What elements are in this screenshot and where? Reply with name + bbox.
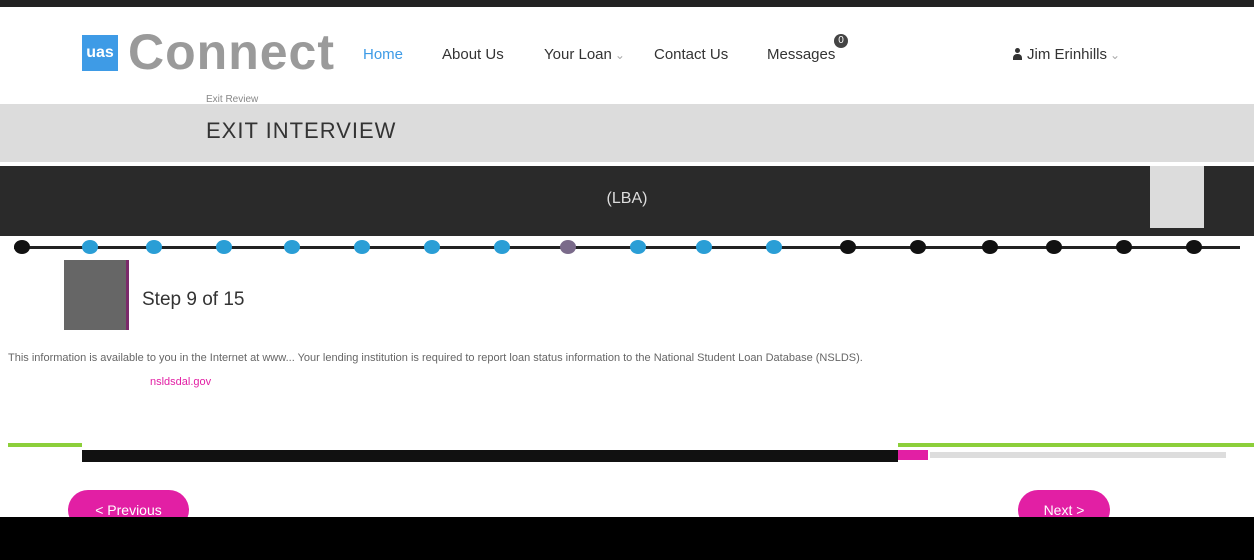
step-dot[interactable] — [354, 240, 370, 254]
step-dot[interactable] — [216, 240, 232, 254]
step-dot-current[interactable] — [560, 240, 576, 254]
step-dot[interactable] — [766, 240, 782, 254]
logo-text[interactable]: Connect — [128, 23, 335, 81]
nav-your-loan[interactable]: Your Loan ⌄ — [544, 46, 625, 63]
step-label: Step 9 of 15 — [142, 289, 245, 310]
user-name: Jim Erinhills — [1027, 46, 1108, 63]
nav-contact-us[interactable]: Contact Us — [654, 46, 728, 63]
step-progress — [0, 236, 1254, 256]
divider-accent-right — [898, 443, 1254, 447]
messages-count-badge: 0 — [834, 34, 848, 48]
title-band — [0, 104, 1254, 162]
top-bar — [0, 0, 1254, 7]
step-dot[interactable] — [146, 240, 162, 254]
section-header-subtitle: (LBA) — [606, 190, 648, 207]
step-dot[interactable] — [840, 240, 856, 254]
step-dot[interactable] — [1116, 240, 1132, 254]
step-dot[interactable] — [1186, 240, 1202, 254]
body-text-line: This information is available to you in … — [8, 352, 863, 364]
step-dot[interactable] — [494, 240, 510, 254]
content-bar-accent — [898, 450, 928, 460]
nav-messages[interactable]: Messages — [767, 46, 835, 63]
step-marker-edge — [126, 260, 129, 330]
step-dot[interactable] — [630, 240, 646, 254]
page-title: EXIT INTERVIEW — [206, 118, 397, 143]
logo-badge[interactable]: uas — [82, 35, 118, 71]
divider-accent-left — [8, 443, 82, 447]
bottom-bar — [0, 517, 1254, 560]
step-dot[interactable] — [910, 240, 926, 254]
user-menu[interactable]: Jim Erinhills ⌄ — [1012, 46, 1120, 63]
step-dot[interactable] — [14, 240, 30, 254]
nav-your-loan-label: Your Loan — [544, 46, 612, 63]
chevron-down-icon: ⌄ — [1110, 48, 1121, 62]
step-marker — [64, 260, 128, 330]
step-dot[interactable] — [82, 240, 98, 254]
body-text-line-2: nsldsdal.gov — [8, 376, 1248, 388]
step-dot[interactable] — [424, 240, 440, 254]
chevron-down-icon: ⌄ — [614, 48, 625, 62]
step-dot[interactable] — [1046, 240, 1062, 254]
step-dot[interactable] — [982, 240, 998, 254]
nav-about-us[interactable]: About Us — [442, 46, 504, 63]
nav-home[interactable]: Home — [363, 46, 403, 63]
user-icon — [1012, 48, 1023, 60]
navbar: uas Connect Home About Us Your Loan ⌄ Con… — [0, 7, 1254, 91]
nslds-link[interactable]: nsldsdal.gov — [150, 376, 211, 388]
step-dot[interactable] — [696, 240, 712, 254]
step-dot[interactable] — [284, 240, 300, 254]
content-bar — [82, 450, 898, 462]
content-bar-grey — [930, 452, 1226, 458]
